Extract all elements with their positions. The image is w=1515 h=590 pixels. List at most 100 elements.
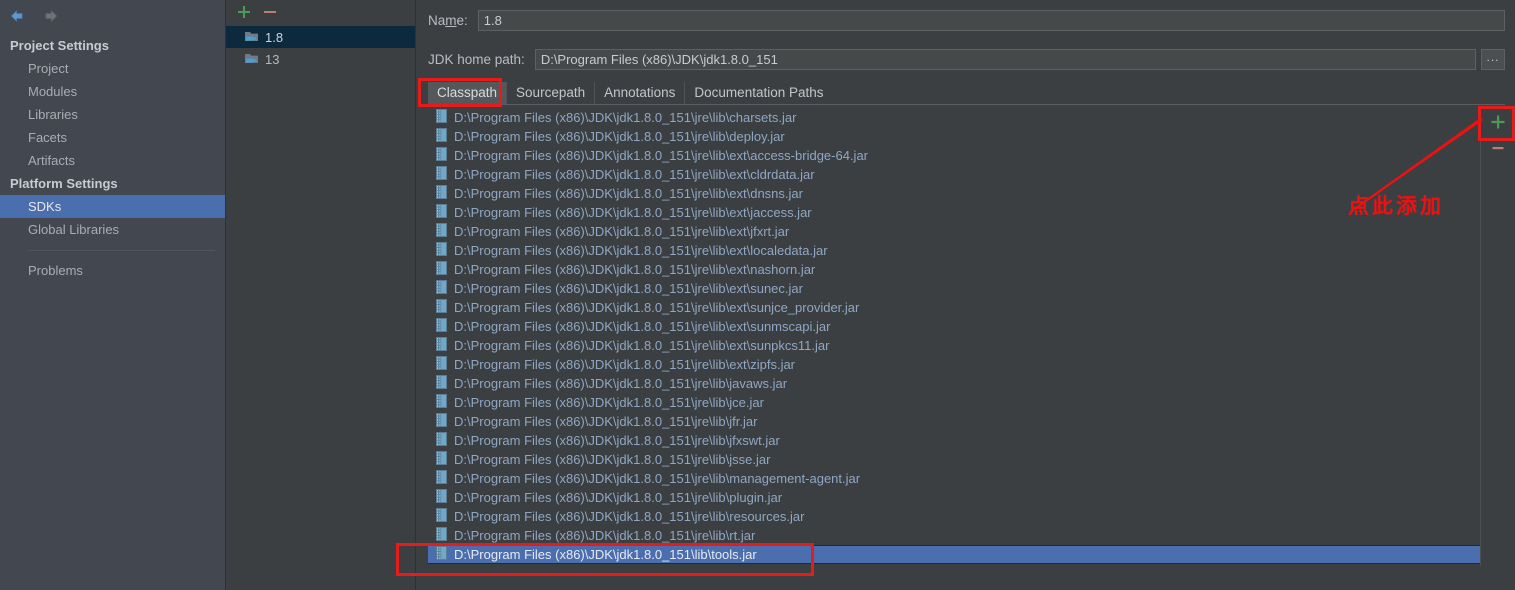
classpath-row[interactable]: D:\Program Files (x86)\JDK\jdk1.8.0_151\… xyxy=(428,488,1480,507)
detail-tabs: Classpath Sourcepath Annotations Documen… xyxy=(428,82,1505,105)
classpath-row[interactable]: D:\Program Files (x86)\JDK\jdk1.8.0_151\… xyxy=(428,146,1480,165)
sidebar-item-global-libraries[interactable]: Global Libraries xyxy=(0,218,225,241)
jdk-folder-icon xyxy=(244,51,259,68)
classpath-row-label: D:\Program Files (x86)\JDK\jdk1.8.0_151\… xyxy=(454,357,796,372)
classpath-row-label: D:\Program Files (x86)\JDK\jdk1.8.0_151\… xyxy=(454,319,831,334)
classpath-row[interactable]: D:\Program Files (x86)\JDK\jdk1.8.0_151\… xyxy=(428,545,1480,564)
classpath-row-label: D:\Program Files (x86)\JDK\jdk1.8.0_151\… xyxy=(454,452,771,467)
classpath-row-label: D:\Program Files (x86)\JDK\jdk1.8.0_151\… xyxy=(454,433,780,448)
classpath-row-label: D:\Program Files (x86)\JDK\jdk1.8.0_151\… xyxy=(454,205,812,220)
jar-file-icon xyxy=(436,337,447,354)
remove-classpath-button[interactable] xyxy=(1487,138,1509,158)
jar-file-icon xyxy=(436,508,447,525)
classpath-row[interactable]: D:\Program Files (x86)\JDK\jdk1.8.0_151\… xyxy=(428,412,1480,431)
classpath-row[interactable]: D:\Program Files (x86)\JDK\jdk1.8.0_151\… xyxy=(428,317,1480,336)
jdk-home-path-row: JDK home path: D:\Program Files (x86)\JD… xyxy=(416,45,1515,73)
arrow-left-icon[interactable] xyxy=(8,7,26,25)
classpath-row[interactable]: D:\Program Files (x86)\JDK\jdk1.8.0_151\… xyxy=(428,298,1480,317)
name-label: Name: xyxy=(428,12,468,28)
classpath-row[interactable]: D:\Program Files (x86)\JDK\jdk1.8.0_151\… xyxy=(428,355,1480,374)
classpath-row-label: D:\Program Files (x86)\JDK\jdk1.8.0_151\… xyxy=(454,110,797,125)
sidebar-item-project[interactable]: Project xyxy=(0,57,225,80)
settings-sidebar: Project Settings Project Modules Librari… xyxy=(0,0,226,590)
add-sdk-button[interactable] xyxy=(236,4,252,20)
jdk-home-path-input[interactable]: D:\Program Files (x86)\JDK\jdk1.8.0_151 xyxy=(534,48,1476,70)
sidebar-item-sdks[interactable]: SDKs xyxy=(0,195,225,218)
browse-button[interactable]: ... xyxy=(1481,48,1505,70)
sdk-list-item-13[interactable]: 13 xyxy=(226,48,415,70)
jar-file-icon xyxy=(436,166,447,183)
jar-file-icon xyxy=(436,470,447,487)
tab-sourcepath[interactable]: Sourcepath xyxy=(506,82,594,104)
classpath-row[interactable]: D:\Program Files (x86)\JDK\jdk1.8.0_151\… xyxy=(428,279,1480,298)
classpath-row[interactable]: D:\Program Files (x86)\JDK\jdk1.8.0_151\… xyxy=(428,336,1480,355)
classpath-row-label: D:\Program Files (x86)\JDK\jdk1.8.0_151\… xyxy=(454,395,764,410)
tab-annotations[interactable]: Annotations xyxy=(594,82,684,104)
classpath-row[interactable]: D:\Program Files (x86)\JDK\jdk1.8.0_151\… xyxy=(428,431,1480,450)
classpath-row[interactable]: D:\Program Files (x86)\JDK\jdk1.8.0_151\… xyxy=(428,184,1480,203)
sdk-rows: 1.8 13 xyxy=(226,26,415,70)
classpath-row[interactable]: D:\Program Files (x86)\JDK\jdk1.8.0_151\… xyxy=(428,260,1480,279)
jar-file-icon xyxy=(436,394,447,411)
classpath-row-label: D:\Program Files (x86)\JDK\jdk1.8.0_151\… xyxy=(454,338,830,353)
jar-file-icon xyxy=(436,223,447,240)
classpath-row[interactable]: D:\Program Files (x86)\JDK\jdk1.8.0_151\… xyxy=(428,203,1480,222)
jar-file-icon xyxy=(436,432,447,449)
sdk-list-item-label: 13 xyxy=(265,51,280,67)
classpath-row[interactable]: D:\Program Files (x86)\JDK\jdk1.8.0_151\… xyxy=(428,222,1480,241)
classpath-row-label: D:\Program Files (x86)\JDK\jdk1.8.0_151\… xyxy=(454,300,860,315)
classpath-row[interactable]: D:\Program Files (x86)\JDK\jdk1.8.0_151\… xyxy=(428,108,1480,127)
sdk-list-item-label: 1.8 xyxy=(265,29,284,45)
tab-classpath[interactable]: Classpath xyxy=(428,82,507,104)
jar-file-icon xyxy=(436,356,447,373)
classpath-side-toolbar xyxy=(1483,108,1513,158)
classpath-row[interactable]: D:\Program Files (x86)\JDK\jdk1.8.0_151\… xyxy=(428,165,1480,184)
sidebar-group-project-settings: Project Settings xyxy=(10,38,109,53)
classpath-row[interactable]: D:\Program Files (x86)\JDK\jdk1.8.0_151\… xyxy=(428,393,1480,412)
classpath-row-label: D:\Program Files (x86)\JDK\jdk1.8.0_151\… xyxy=(454,262,816,277)
classpath-row-label: D:\Program Files (x86)\JDK\jdk1.8.0_151\… xyxy=(454,224,790,239)
classpath-row-label: D:\Program Files (x86)\JDK\jdk1.8.0_151\… xyxy=(454,509,805,524)
sidebar-nav-arrows xyxy=(0,0,225,26)
sidebar-divider xyxy=(28,250,215,251)
sidebar-item-problems[interactable]: Problems xyxy=(0,259,225,282)
jdk-folder-icon xyxy=(244,29,259,46)
sdk-list-item-1-8[interactable]: 1.8 xyxy=(226,26,415,48)
name-input[interactable]: 1.8 xyxy=(477,9,1505,31)
arrow-right-icon[interactable] xyxy=(42,7,60,25)
sidebar-item-libraries[interactable]: Libraries xyxy=(0,103,225,126)
classpath-row-label: D:\Program Files (x86)\JDK\jdk1.8.0_151\… xyxy=(454,167,815,182)
jar-file-icon xyxy=(436,147,447,164)
classpath-row-label: D:\Program Files (x86)\JDK\jdk1.8.0_151\… xyxy=(454,129,785,144)
jar-file-icon xyxy=(436,375,447,392)
classpath-row-label: D:\Program Files (x86)\JDK\jdk1.8.0_151\… xyxy=(454,490,783,505)
jar-file-icon xyxy=(436,204,447,221)
sidebar-item-facets[interactable]: Facets xyxy=(0,126,225,149)
classpath-row[interactable]: D:\Program Files (x86)\JDK\jdk1.8.0_151\… xyxy=(428,469,1480,488)
sidebar-item-artifacts[interactable]: Artifacts xyxy=(0,149,225,172)
jar-file-icon xyxy=(436,299,447,316)
classpath-row[interactable]: D:\Program Files (x86)\JDK\jdk1.8.0_151\… xyxy=(428,127,1480,146)
jdk-home-path-label: JDK home path: xyxy=(428,51,525,67)
classpath-row[interactable]: D:\Program Files (x86)\JDK\jdk1.8.0_151\… xyxy=(428,450,1480,469)
jar-file-icon xyxy=(436,128,447,145)
classpath-row-label: D:\Program Files (x86)\JDK\jdk1.8.0_151\… xyxy=(454,376,788,391)
remove-sdk-button[interactable] xyxy=(262,4,278,20)
tab-documentation-paths[interactable]: Documentation Paths xyxy=(684,82,832,104)
jar-file-icon xyxy=(436,489,447,506)
classpath-row[interactable]: D:\Program Files (x86)\JDK\jdk1.8.0_151\… xyxy=(428,241,1480,260)
jar-file-icon xyxy=(436,185,447,202)
classpath-row[interactable]: D:\Program Files (x86)\JDK\jdk1.8.0_151\… xyxy=(428,507,1480,526)
jar-file-icon xyxy=(436,109,447,126)
sidebar-item-modules[interactable]: Modules xyxy=(0,80,225,103)
classpath-row-label: D:\Program Files (x86)\JDK\jdk1.8.0_151\… xyxy=(454,528,756,543)
classpath-row-label: D:\Program Files (x86)\JDK\jdk1.8.0_151\… xyxy=(454,547,757,562)
classpath-row[interactable]: D:\Program Files (x86)\JDK\jdk1.8.0_151\… xyxy=(428,374,1480,393)
classpath-row-label: D:\Program Files (x86)\JDK\jdk1.8.0_151\… xyxy=(454,281,803,296)
name-row: Name: 1.8 xyxy=(416,6,1515,34)
classpath-row-label: D:\Program Files (x86)\JDK\jdk1.8.0_151\… xyxy=(454,243,828,258)
jar-file-icon xyxy=(436,280,447,297)
classpath-row[interactable]: D:\Program Files (x86)\JDK\jdk1.8.0_151\… xyxy=(428,526,1480,545)
add-classpath-button[interactable] xyxy=(1487,112,1509,132)
classpath-list[interactable]: D:\Program Files (x86)\JDK\jdk1.8.0_151\… xyxy=(428,108,1481,566)
